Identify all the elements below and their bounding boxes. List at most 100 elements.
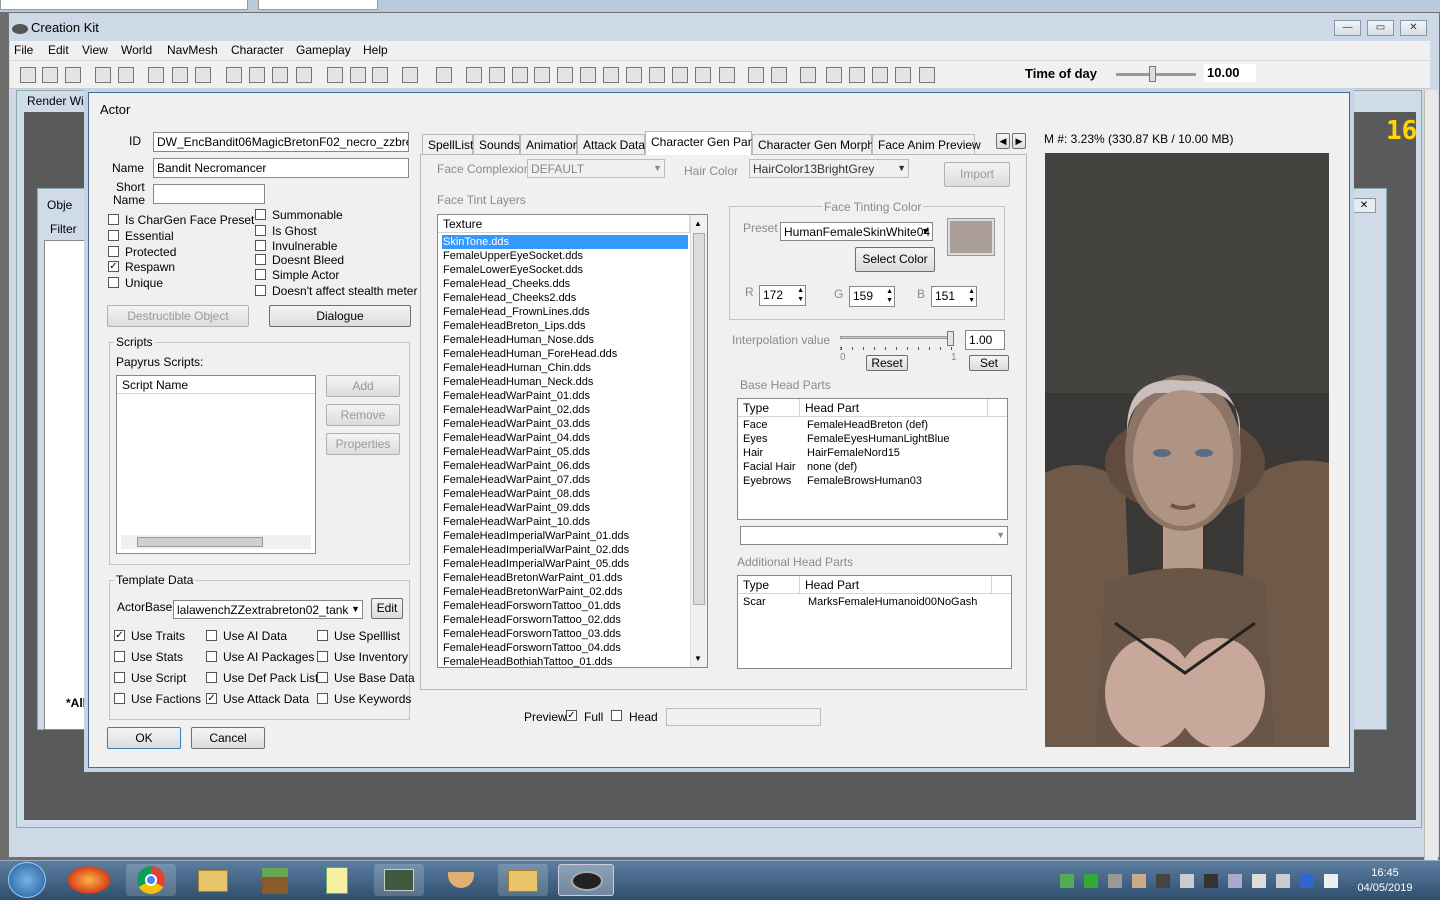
- interpolation-value[interactable]: 1.00: [965, 330, 1005, 350]
- flag-checkbox[interactable]: [255, 254, 266, 265]
- flag-checkbox[interactable]: [108, 230, 119, 241]
- tab-scroll-left-icon[interactable]: ◀: [996, 133, 1010, 149]
- toolbar-tool-icon[interactable]: [626, 67, 642, 83]
- volume-icon[interactable]: [1252, 874, 1266, 888]
- texture-row[interactable]: FemaleHeadWarPaint_04.dds: [443, 431, 590, 445]
- toolbar-tool-icon[interactable]: [95, 67, 111, 83]
- import-button[interactable]: Import: [944, 162, 1010, 187]
- ok-button[interactable]: OK: [107, 727, 181, 749]
- explorer-icon[interactable]: [188, 864, 238, 896]
- use-checkbox[interactable]: [114, 672, 125, 683]
- head-part-column[interactable]: Head Part: [800, 576, 992, 594]
- hair-color-select[interactable]: HairColor13BrightGrey ▼: [749, 159, 909, 178]
- texture-row[interactable]: FemaleHeadHuman_Chin.dds: [443, 361, 591, 375]
- tab-animation[interactable]: Animation: [520, 134, 579, 154]
- tray-icon[interactable]: [1204, 874, 1218, 888]
- flag-checkbox[interactable]: [255, 240, 266, 251]
- flag-checkbox[interactable]: [108, 246, 119, 257]
- texture-row[interactable]: FemaleHeadWarPaint_10.dds: [443, 515, 590, 529]
- network-icon[interactable]: [1276, 874, 1290, 888]
- toolbar-tool-icon[interactable]: [148, 67, 164, 83]
- texture-row[interactable]: FemaleHeadWarPaint_08.dds: [443, 487, 590, 501]
- toolbar-tool-icon[interactable]: [272, 67, 288, 83]
- select-color-button[interactable]: Select Color: [855, 247, 935, 272]
- tray-icon[interactable]: [1108, 874, 1122, 888]
- texture-list-vscroll[interactable]: ▲ ▼: [690, 215, 707, 667]
- texture-row[interactable]: FemaleHeadWarPaint_05.dds: [443, 445, 590, 459]
- texture-row[interactable]: FemaleHeadWarPaint_01.dds: [443, 389, 590, 403]
- tray-icon[interactable]: [1300, 874, 1314, 888]
- toolbar-tool-icon[interactable]: [919, 67, 935, 83]
- preview-full-checkbox[interactable]: ✓: [566, 710, 577, 721]
- name-field[interactable]: Bandit Necromancer: [153, 158, 409, 178]
- menu-file[interactable]: File: [14, 43, 33, 57]
- short-name-field[interactable]: [153, 184, 265, 204]
- use-checkbox[interactable]: [206, 672, 217, 683]
- texture-row[interactable]: FemaleHeadBothiahTattoo_01.dds: [443, 655, 612, 669]
- toolbar-tool-icon[interactable]: [489, 67, 505, 83]
- flag-checkbox[interactable]: [255, 209, 266, 220]
- object-tree[interactable]: [44, 240, 90, 730]
- texture-row[interactable]: FemaleHeadForswornTattoo_03.dds: [443, 627, 621, 641]
- head-part-name[interactable]: HairFemaleNord15: [807, 447, 900, 459]
- bowl-icon[interactable]: [436, 864, 486, 896]
- toolbar-tool-icon[interactable]: [118, 67, 134, 83]
- maximize-button[interactable]: ▭: [1367, 20, 1394, 36]
- toolbar-tool-icon[interactable]: [436, 67, 452, 83]
- time-of-day-thumb[interactable]: [1149, 66, 1156, 82]
- base-head-parts-list[interactable]: Type Head Part: [737, 398, 1008, 520]
- creation-kit-taskbar-icon[interactable]: [558, 864, 614, 896]
- texture-row[interactable]: FemaleHeadForswornTattoo_01.dds: [443, 599, 621, 613]
- toolbar-tool-icon[interactable]: [695, 67, 711, 83]
- flag-checkbox[interactable]: [255, 285, 266, 296]
- texture-row[interactable]: FemaleHeadHuman_Nose.dds: [443, 333, 594, 347]
- menu-character[interactable]: Character: [231, 43, 284, 57]
- texture-row[interactable]: FemaleUpperEyeSocket.dds: [443, 249, 583, 263]
- toolbar-tool-icon[interactable]: [226, 67, 242, 83]
- use-checkbox[interactable]: [317, 672, 328, 683]
- head-part-name[interactable]: MarksFemaleHumanoid00NoGash: [808, 596, 977, 608]
- texture-row[interactable]: FemaleHeadWarPaint_06.dds: [443, 459, 590, 473]
- toolbar-tool-icon[interactable]: [249, 67, 265, 83]
- toolbar-tool-icon[interactable]: [719, 67, 735, 83]
- properties-button[interactable]: Properties: [326, 433, 400, 455]
- chrome-icon[interactable]: [126, 864, 176, 896]
- texture-column[interactable]: Texture: [438, 215, 690, 233]
- toolbar-tool-icon[interactable]: [800, 67, 816, 83]
- texture-row[interactable]: FemaleHeadForswornTattoo_02.dds: [443, 613, 621, 627]
- type-column[interactable]: Type: [738, 399, 800, 417]
- menu-view[interactable]: View: [82, 43, 108, 57]
- texture-row[interactable]: FemaleHeadHuman_Neck.dds: [443, 375, 593, 389]
- toolbar-tool-icon[interactable]: [42, 67, 58, 83]
- texture-row[interactable]: FemaleHeadWarPaint_07.dds: [443, 473, 590, 487]
- use-checkbox[interactable]: [206, 630, 217, 641]
- head-part-name[interactable]: none (def): [807, 461, 857, 473]
- tray-icon[interactable]: [1180, 874, 1194, 888]
- texture-row[interactable]: FemaleHead_Cheeks.dds: [443, 277, 570, 291]
- spinner-arrows-icon[interactable]: ▲ ▼: [797, 286, 804, 304]
- script-name-column[interactable]: Script Name: [117, 376, 315, 394]
- head-part-column[interactable]: Head Part: [800, 399, 988, 417]
- head-part-name[interactable]: FemaleHeadBreton (def): [807, 419, 928, 431]
- menu-world[interactable]: World: [121, 43, 152, 57]
- notepad-icon[interactable]: [312, 864, 362, 896]
- use-checkbox[interactable]: [317, 651, 328, 662]
- texture-row[interactable]: FemaleHeadBretonWarPaint_01.dds: [443, 571, 622, 585]
- toolbar-tool-icon[interactable]: [580, 67, 596, 83]
- flag-icon[interactable]: [1324, 874, 1338, 888]
- toolbar-tool-icon[interactable]: [20, 67, 36, 83]
- texture-row[interactable]: FemaleHead_Cheeks2.dds: [443, 291, 576, 305]
- minecraft-icon[interactable]: [250, 864, 300, 896]
- additional-head-parts-list[interactable]: Type Head Part: [737, 575, 1012, 669]
- use-checkbox[interactable]: [114, 693, 125, 704]
- all-item[interactable]: *All: [66, 696, 86, 710]
- use-checkbox[interactable]: [317, 630, 328, 641]
- cancel-button[interactable]: Cancel: [191, 727, 265, 749]
- texture-row[interactable]: FemaleHeadWarPaint_09.dds: [443, 501, 590, 515]
- tab-character-gen-parts[interactable]: Character Gen Parts: [645, 131, 761, 155]
- spinner-arrows-icon[interactable]: ▲ ▼: [968, 287, 975, 305]
- nvidia-tray-icon[interactable]: [1060, 874, 1074, 888]
- menu-gameplay[interactable]: Gameplay: [296, 43, 351, 57]
- toolbar-tool-icon[interactable]: [603, 67, 619, 83]
- use-checkbox[interactable]: ✓: [206, 693, 217, 704]
